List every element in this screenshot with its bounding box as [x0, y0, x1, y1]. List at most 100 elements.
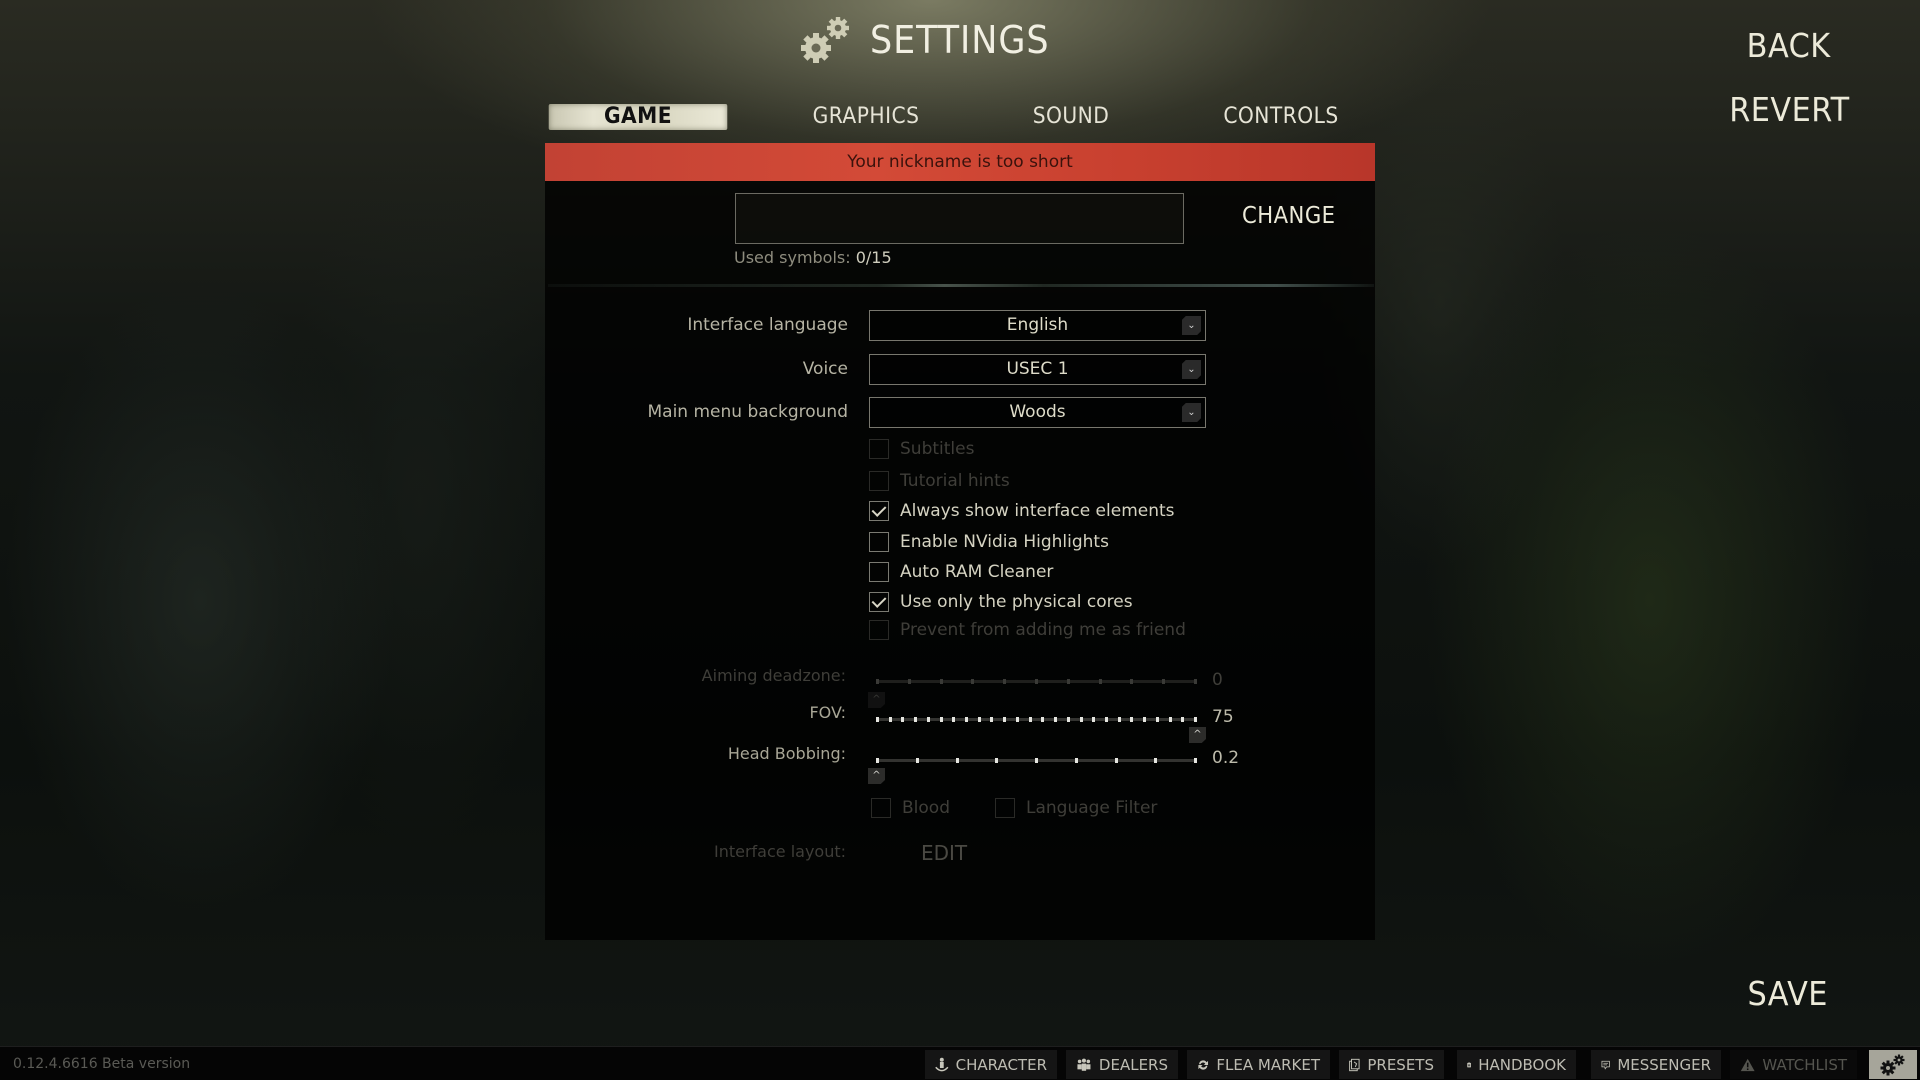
checkbox-box[interactable] [871, 798, 891, 818]
checkbox-label: Language Filter [1026, 798, 1158, 818]
tab-graphics[interactable]: GRAPHICS [788, 104, 944, 130]
nav-settings-button[interactable] [1869, 1050, 1917, 1079]
checkbox-box[interactable] [869, 592, 889, 612]
physical-cores-checkbox[interactable]: Use only the physical cores [869, 591, 1133, 613]
slider-tick [995, 758, 999, 763]
nvidia-highlights-checkbox[interactable]: Enable NVidia Highlights [869, 531, 1109, 553]
back-button[interactable]: BACK [1747, 26, 1831, 65]
nav-label: DEALERS [1098, 1055, 1168, 1074]
page-header: SETTINGS [796, 8, 1065, 72]
main-menu-background-dropdown[interactable]: Woods ⌄ [869, 397, 1206, 428]
nav-label: CHARACTER [955, 1055, 1047, 1074]
checkbox-box[interactable] [869, 532, 889, 552]
interface-language-label: Interface language [687, 315, 848, 335]
slider-tick [901, 717, 905, 722]
main-menu-background-label: Main menu background [647, 402, 848, 422]
voice-value: USEC 1 [1006, 359, 1069, 379]
checkbox-label: Blood [902, 798, 950, 818]
nav-watchlist-button[interactable]: WATCHLIST [1730, 1050, 1857, 1079]
checkbox-label: Auto RAM Cleaner [900, 562, 1054, 582]
auto-ram-cleaner-checkbox[interactable]: Auto RAM Cleaner [869, 561, 1053, 583]
slider-tick [1130, 717, 1134, 722]
slider-tick [1003, 679, 1007, 684]
always-show-interface-checkbox[interactable]: Always show interface elements [869, 500, 1175, 522]
slider-tick [926, 717, 930, 722]
edit-layout-button[interactable]: EDIT [921, 841, 967, 865]
checkbox-box[interactable] [869, 562, 889, 582]
chevron-down-icon[interactable]: ⌄ [1182, 316, 1201, 335]
head-bobbing-handle[interactable]: ^ [868, 768, 885, 784]
fov-handle[interactable]: ^ [1189, 727, 1206, 743]
tab-controls[interactable]: CONTROLS [1198, 104, 1364, 130]
slider-tick [1054, 717, 1058, 722]
slider-tick [1028, 717, 1032, 722]
slider-tick [915, 758, 919, 763]
slider-tick [876, 679, 879, 684]
fov-value: 75 [1212, 707, 1234, 727]
slider-tick [1074, 758, 1078, 763]
page-title: SETTINGS [870, 18, 1050, 62]
nav-flea-market-button[interactable]: FLEA MARKET [1187, 1050, 1330, 1079]
nav-handbook-button[interactable]: HANDBOOK [1457, 1050, 1576, 1079]
nav-messenger-button[interactable]: MESSENGER [1591, 1050, 1721, 1079]
slider-tick [1143, 717, 1147, 722]
nav-character-button[interactable]: CHARACTER [925, 1050, 1057, 1079]
aiming-deadzone-slider[interactable] [876, 679, 1197, 684]
handbook-icon [1467, 1062, 1471, 1067]
slider-tick [977, 717, 981, 722]
tab-game[interactable]: GAME [548, 104, 728, 130]
head-bobbing-slider[interactable] [876, 758, 1197, 763]
nickname-input[interactable] [735, 193, 1184, 244]
checkbox-label: Always show interface elements [900, 501, 1175, 521]
slider-tick [1098, 679, 1102, 684]
tutorial-hints-checkbox[interactable]: Tutorial hints [869, 470, 1010, 492]
slider-tick [965, 717, 969, 722]
fov-label: FOV: [809, 703, 846, 722]
voice-dropdown[interactable]: USEC 1 ⌄ [869, 354, 1206, 385]
checkbox-box[interactable] [869, 501, 889, 521]
slider-tick [1117, 717, 1121, 722]
slider-tick [1066, 679, 1070, 684]
nav-label: FLEA MARKET [1216, 1055, 1320, 1074]
checkbox-box[interactable] [869, 620, 889, 640]
aiming-deadzone-handle[interactable]: ^ [868, 692, 885, 708]
nav-label: WATCHLIST [1762, 1055, 1847, 1074]
section-divider [548, 284, 1374, 287]
revert-button[interactable]: REVERT [1729, 90, 1849, 129]
interface-language-dropdown[interactable]: English ⌄ [869, 310, 1206, 341]
slider-tick [1154, 758, 1158, 763]
bottom-bar: 0.12.4.6616 Beta version CHARACTER DEALE… [0, 1046, 1920, 1080]
checkbox-label: Enable NVidia Highlights [900, 532, 1109, 552]
slider-tick [1035, 679, 1038, 684]
slider-tick [1130, 679, 1134, 684]
change-nickname-button[interactable]: CHANGE [1242, 203, 1336, 229]
nav-dealers-button[interactable]: DEALERS [1066, 1050, 1178, 1079]
subtitles-checkbox[interactable]: Subtitles [869, 438, 974, 460]
checkbox-box[interactable] [995, 798, 1015, 818]
character-icon [935, 1057, 949, 1071]
fov-slider[interactable] [876, 717, 1197, 722]
language-filter-checkbox[interactable]: Language Filter [995, 797, 1157, 819]
messenger-icon [1601, 1060, 1610, 1070]
slider-tick [1003, 717, 1007, 722]
prevent-friend-checkbox[interactable]: Prevent from adding me as friend [869, 619, 1186, 641]
blood-checkbox[interactable]: Blood [871, 797, 950, 819]
nav-label: MESSENGER [1617, 1055, 1711, 1074]
presets-icon [1349, 1058, 1360, 1071]
tab-sound[interactable]: SOUND [1007, 104, 1136, 130]
chevron-down-icon[interactable]: ⌄ [1182, 403, 1201, 422]
head-bobbing-value: 0.2 [1212, 748, 1240, 768]
chevron-down-icon[interactable]: ⌄ [1182, 360, 1201, 379]
checkbox-label: Subtitles [900, 439, 975, 459]
slider-tick [990, 717, 994, 722]
main-menu-background-value: Woods [1009, 402, 1066, 422]
version-label: 0.12.4.6616 Beta version [13, 1056, 191, 1072]
checkbox-box[interactable] [869, 439, 889, 459]
slider-tick [1066, 717, 1070, 722]
checkbox-box[interactable] [869, 471, 889, 491]
save-button[interactable]: SAVE [1747, 974, 1827, 1013]
slider-tick [971, 679, 975, 684]
slider-tick [914, 717, 918, 722]
interface-language-value: English [1006, 315, 1069, 335]
nav-presets-button[interactable]: PRESETS [1339, 1050, 1444, 1079]
